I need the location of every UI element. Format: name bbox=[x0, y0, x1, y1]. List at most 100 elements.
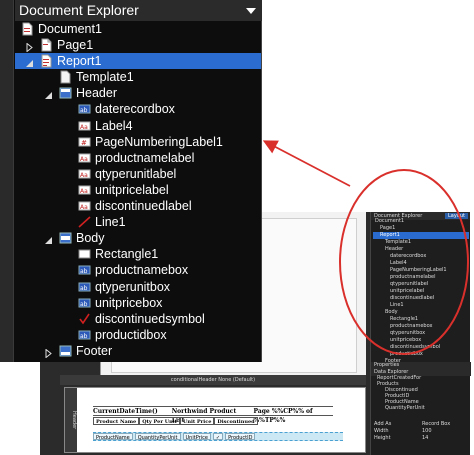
page-icon bbox=[40, 38, 53, 52]
tree-item-label: daterecordbox bbox=[95, 102, 175, 117]
tree-item-body[interactable]: Body bbox=[15, 230, 261, 246]
mini-tree-item[interactable]: Page1 bbox=[373, 225, 469, 232]
tree-item-footer[interactable]: Footer bbox=[15, 343, 261, 359]
mini-tree-item[interactable]: discontinuedlabel bbox=[373, 295, 469, 302]
symbol-icon bbox=[78, 312, 91, 326]
mini-tree-item[interactable]: unitpricelabel bbox=[373, 288, 469, 295]
mini-tree-item[interactable]: productnamebox bbox=[373, 323, 469, 330]
tree-item-unitpricebox[interactable]: ab unitpricebox bbox=[15, 295, 261, 311]
tree-item-label: Page1 bbox=[57, 38, 94, 53]
tree-item-page1[interactable]: Page1 bbox=[15, 37, 261, 53]
tree-item-label: Footer bbox=[76, 343, 113, 358]
tree-item-label: PageNumberingLabel1 bbox=[95, 134, 223, 149]
mini-tree-item[interactable]: PageNumberingLabel1 bbox=[373, 267, 469, 274]
mini-prop-value[interactable]: Record Box bbox=[422, 421, 450, 428]
mini-tree-item[interactable]: Document1 bbox=[373, 218, 469, 225]
callout-arrow bbox=[262, 140, 351, 187]
header-band-tab[interactable]: Header bbox=[65, 388, 77, 452]
mini-tree-item[interactable]: qtyperunitlabel bbox=[373, 281, 469, 288]
mini-tree-item[interactable]: unitpricebox bbox=[373, 337, 469, 344]
tree-item-qtyperunitbox[interactable]: ab qtyperunitbox bbox=[15, 279, 261, 295]
cell-unit-price[interactable]: UnitPrice bbox=[182, 433, 211, 441]
mini-prop-value[interactable]: 100 bbox=[422, 428, 432, 435]
mini-tree-item[interactable]: Header bbox=[373, 246, 469, 253]
mini-tree-item[interactable]: discontinuedsymbol bbox=[373, 344, 469, 351]
panel-menu-icon[interactable] bbox=[246, 8, 256, 14]
tree-item-report1[interactable]: Report1 bbox=[15, 53, 261, 70]
panel-title: Document Explorer bbox=[19, 2, 139, 18]
report-band-strip: Header CurrentDateTime() Northwind Produ… bbox=[64, 387, 366, 453]
mini-data-list: ReportCreatedFor Products Discontinued Prod… bbox=[371, 375, 471, 411]
tree-item-line1[interactable]: Line1 bbox=[15, 214, 261, 230]
tree-item-label: discontinuedsymbol bbox=[95, 311, 205, 326]
mini-tree-item[interactable]: Line1 bbox=[373, 302, 469, 309]
record-box-icon: ab bbox=[78, 263, 91, 277]
record-box-icon: ab bbox=[78, 280, 91, 294]
tree-item-unitpricelabel[interactable]: Aa unitpricelabel bbox=[15, 182, 261, 198]
date-expression[interactable]: CurrentDateTime() bbox=[93, 407, 158, 415]
rectangle-icon bbox=[78, 247, 91, 261]
mini-tree-item[interactable]: Template1 bbox=[373, 239, 469, 246]
column-unit-price[interactable]: Unit Price bbox=[179, 417, 215, 425]
cell-product-id[interactable]: ProductID bbox=[225, 433, 256, 441]
tree-item-label: Body bbox=[76, 231, 105, 246]
mini-data-item[interactable]: QuantityPerUnit bbox=[371, 405, 471, 411]
page-numbering-expression[interactable]: Page %%CP%% of %%TP%% bbox=[253, 407, 333, 424]
tree-item-qtyperunitlabel[interactable]: Aa qtyperunitlabel bbox=[15, 166, 261, 182]
svg-text:ab: ab bbox=[80, 285, 88, 292]
mini-explorer-tree: Document1 Page1 Report1 Template1 Header date… bbox=[373, 218, 469, 365]
panel-title-bar[interactable]: Document Explorer bbox=[15, 0, 262, 21]
conditional-header-bar[interactable]: conditionalHeader None (Default) bbox=[60, 375, 366, 385]
expand-arrow-icon[interactable] bbox=[45, 346, 53, 362]
label-icon: Aa bbox=[78, 183, 91, 197]
tree-item-productnamebox[interactable]: ab productnamebox bbox=[15, 262, 261, 278]
label-icon: Aa bbox=[78, 167, 91, 181]
mini-side-panel: Layout Document Explorer Document1 Page1 R… bbox=[370, 212, 471, 455]
mini-tree-item[interactable]: qtyperunitbox bbox=[373, 330, 469, 337]
mini-prop-row[interactable]: Height 14 bbox=[371, 435, 471, 442]
column-discontinued[interactable]: Discontinued bbox=[214, 417, 258, 425]
svg-text:Aa: Aa bbox=[80, 188, 88, 195]
body-band-icon bbox=[59, 231, 72, 245]
tree-item-discontinuedlabel[interactable]: Aa discontinuedlabel bbox=[15, 198, 261, 214]
tree-item-label: Document1 bbox=[38, 22, 102, 36]
mini-tree-item[interactable]: productnamelabel bbox=[373, 274, 469, 281]
mini-tree-item[interactable]: Label4 bbox=[373, 260, 469, 267]
record-box-icon: ab bbox=[78, 296, 91, 310]
mini-properties-title[interactable]: Properties bbox=[371, 362, 471, 369]
tree-item-discontinuedsymbol[interactable]: discontinuedsymbol bbox=[15, 311, 261, 327]
report-title[interactable]: Northwind Product List bbox=[172, 407, 240, 424]
mini-tree-item[interactable]: Rectangle1 bbox=[373, 316, 469, 323]
mini-prop-value[interactable]: 14 bbox=[422, 435, 428, 442]
svg-text:ab: ab bbox=[80, 333, 88, 340]
label-icon: Aa bbox=[78, 151, 91, 165]
mini-prop-row[interactable]: Width 100 bbox=[371, 428, 471, 435]
tree-item-label: discontinuedlabel bbox=[95, 199, 192, 214]
tree-item-document1[interactable]: Document1 bbox=[15, 21, 261, 37]
cell-qty-per-unit[interactable]: QuantityPerUnit bbox=[134, 433, 181, 441]
tree-item-label4[interactable]: Aa Label4 bbox=[15, 118, 261, 134]
mini-tree-item[interactable]: productidbox bbox=[373, 351, 469, 358]
tree-item-label: unitpricelabel bbox=[95, 182, 169, 197]
cell-discontinued-check[interactable]: ✓ bbox=[212, 433, 224, 441]
mini-tree-item[interactable]: Body bbox=[373, 309, 469, 316]
tree-item-pagenumberinglabel1[interactable]: # PageNumberingLabel1 bbox=[15, 134, 261, 150]
cell-product-name[interactable]: ProductName bbox=[93, 433, 133, 441]
svg-text:Aa: Aa bbox=[80, 172, 88, 179]
column-qty-per-unit[interactable]: Qty Per Unit bbox=[139, 417, 180, 425]
mini-tree-item[interactable]: Report1 bbox=[373, 232, 469, 239]
tree-item-header[interactable]: Header bbox=[15, 85, 261, 101]
page-numbering-label-icon: # bbox=[78, 135, 91, 149]
document-icon bbox=[21, 22, 34, 36]
tree-item-productidbox[interactable]: ab productidbox bbox=[15, 327, 261, 343]
tree-item-template1[interactable]: Template1 bbox=[15, 69, 261, 85]
tree-item-rectangle1[interactable]: Rectangle1 bbox=[15, 246, 261, 262]
svg-text:Aa: Aa bbox=[80, 124, 88, 131]
header-text-row: CurrentDateTime() Northwind Product List… bbox=[93, 406, 333, 424]
tree-item-label: productidbox bbox=[95, 327, 167, 342]
column-product-name[interactable]: Product Name bbox=[93, 417, 140, 425]
tree-item-productnamelabel[interactable]: Aa productnamelabel bbox=[15, 150, 261, 166]
tree-item-daterecordbox[interactable]: ab daterecordbox bbox=[15, 101, 261, 117]
mini-tree-item[interactable]: daterecordbox bbox=[373, 253, 469, 260]
mini-prop-row[interactable]: Add As Record Box bbox=[371, 421, 471, 428]
